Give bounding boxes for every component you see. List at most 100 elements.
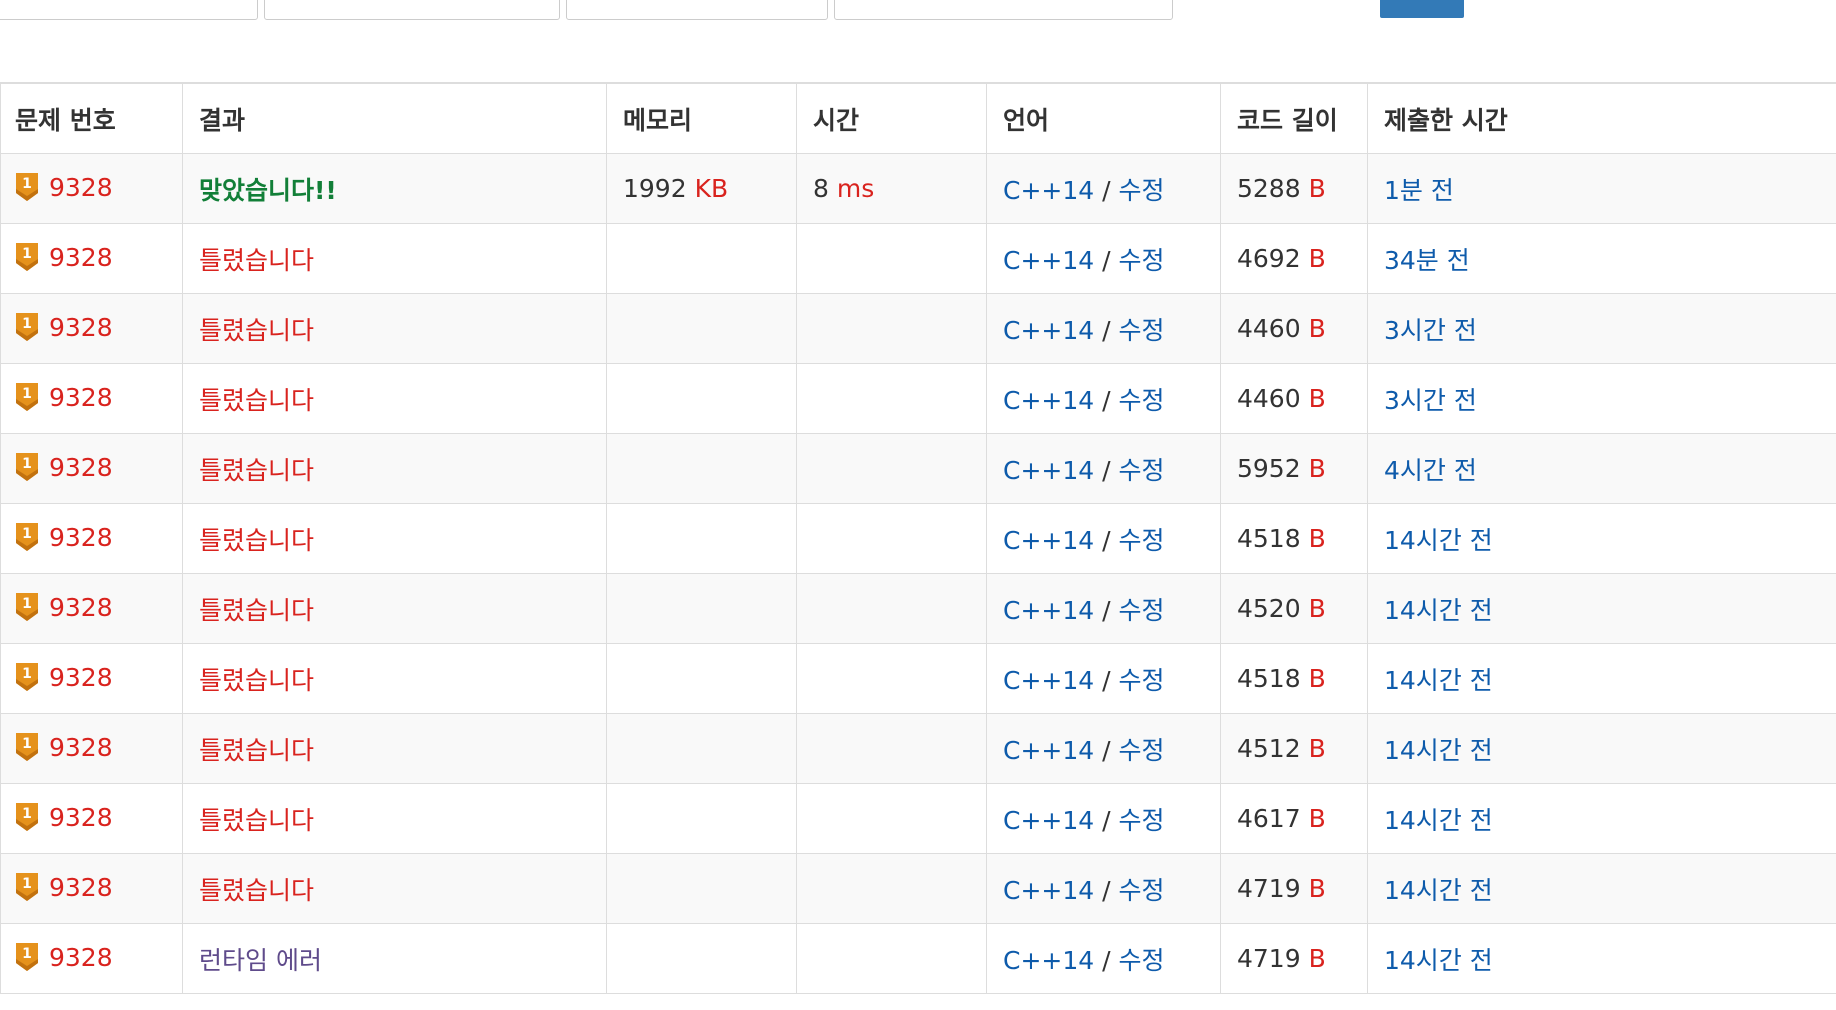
tier-badge-icon: 1 — [15, 942, 39, 972]
tier-badge-icon: 1 — [15, 522, 39, 552]
submitted-time-link[interactable]: 14시간 전 — [1384, 666, 1493, 695]
header-result: 결과 — [182, 82, 607, 154]
problem-link[interactable]: 9328 — [49, 383, 113, 412]
result-cell: 틀렸습니다 — [182, 713, 607, 784]
edit-link[interactable]: 수정 — [1119, 316, 1165, 345]
result-cell: 틀렸습니다 — [182, 433, 607, 504]
language-link[interactable]: C++14 — [1003, 876, 1094, 905]
problem-cell: 1 9328 — [0, 433, 183, 504]
result-text: 틀렸습니다 — [199, 315, 315, 345]
problem-link[interactable]: 9328 — [49, 523, 113, 552]
code-length-unit: B — [1308, 944, 1326, 973]
edit-link[interactable]: 수정 — [1119, 666, 1165, 695]
code-length-unit: B — [1308, 244, 1326, 273]
memory-cell — [606, 783, 797, 854]
language-separator: / — [1102, 315, 1111, 345]
problem-cell: 1 9328 — [0, 923, 183, 994]
submitted-time-link[interactable]: 3시간 전 — [1384, 316, 1477, 345]
code-length-value: 4719 — [1237, 944, 1301, 973]
submitted-time-link[interactable]: 34분 전 — [1384, 246, 1470, 275]
submitted-time-link[interactable]: 14시간 전 — [1384, 596, 1493, 625]
result-cell: 런타임 에러 — [182, 923, 607, 994]
user-filter-input[interactable] — [264, 0, 560, 20]
language-separator: / — [1102, 805, 1111, 835]
time-cell — [796, 433, 987, 504]
memory-cell — [606, 503, 797, 574]
problem-link[interactable]: 9328 — [49, 943, 113, 972]
table-row: 1 9328 틀렸습니다 C++14 / 수정 4617 B 14시간 전 — [0, 783, 1836, 854]
language-link[interactable]: C++14 — [1003, 946, 1094, 975]
language-separator: / — [1102, 455, 1111, 485]
result-text: 틀렸습니다 — [199, 735, 315, 765]
code-length-unit: B — [1308, 314, 1326, 343]
problem-cell: 1 9328 — [0, 363, 183, 434]
memory-cell — [606, 923, 797, 994]
result-cell: 맞았습니다!! — [182, 153, 607, 224]
problem-cell: 1 9328 — [0, 293, 183, 364]
code-length-cell: 4719 B — [1220, 853, 1368, 924]
edit-link[interactable]: 수정 — [1119, 526, 1165, 555]
problem-cell: 1 9328 — [0, 713, 183, 784]
language-link[interactable]: C++14 — [1003, 806, 1094, 835]
language-link[interactable]: C++14 — [1003, 386, 1094, 415]
time-cell — [796, 783, 987, 854]
problem-link[interactable]: 9328 — [49, 313, 113, 342]
result-cell: 틀렸습니다 — [182, 783, 607, 854]
header-time: 시간 — [796, 82, 987, 154]
edit-link[interactable]: 수정 — [1119, 176, 1165, 205]
tier-badge-icon: 1 — [15, 802, 39, 832]
language-link[interactable]: C++14 — [1003, 526, 1094, 555]
result-text: 맞았습니다!! — [199, 175, 337, 205]
edit-link[interactable]: 수정 — [1119, 456, 1165, 485]
submitted-time-link[interactable]: 14시간 전 — [1384, 876, 1493, 905]
code-length-value: 4520 — [1237, 594, 1301, 623]
submitted-time-link[interactable]: 4시간 전 — [1384, 456, 1477, 485]
edit-link[interactable]: 수정 — [1119, 736, 1165, 765]
language-cell: C++14 / 수정 — [986, 783, 1221, 854]
language-filter-select[interactable] — [566, 0, 828, 20]
edit-link[interactable]: 수정 — [1119, 246, 1165, 275]
tier-badge-icon: 1 — [15, 592, 39, 622]
language-link[interactable]: C++14 — [1003, 246, 1094, 275]
problem-filter-input[interactable] — [0, 0, 258, 20]
language-link[interactable]: C++14 — [1003, 596, 1094, 625]
language-cell: C++14 / 수정 — [986, 573, 1221, 644]
code-length-value: 4512 — [1237, 734, 1301, 763]
edit-link[interactable]: 수정 — [1119, 596, 1165, 625]
language-link[interactable]: C++14 — [1003, 316, 1094, 345]
problem-link[interactable]: 9328 — [49, 663, 113, 692]
problem-link[interactable]: 9328 — [49, 873, 113, 902]
edit-link[interactable]: 수정 — [1119, 876, 1165, 905]
problem-link[interactable]: 9328 — [49, 173, 113, 202]
table-row: 1 9328 틀렸습니다 C++14 / 수정 4692 B 34분 전 — [0, 223, 1836, 294]
submitted-time-link[interactable]: 1분 전 — [1384, 176, 1454, 205]
time-cell — [796, 223, 987, 294]
submitted-time-link[interactable]: 14시간 전 — [1384, 946, 1493, 975]
header-language: 언어 — [986, 82, 1221, 154]
language-link[interactable]: C++14 — [1003, 736, 1094, 765]
submitted-time-link[interactable]: 14시간 전 — [1384, 806, 1493, 835]
code-length-cell: 4460 B — [1220, 363, 1368, 434]
language-separator: / — [1102, 385, 1111, 415]
language-link[interactable]: C++14 — [1003, 456, 1094, 485]
submitted-time-link[interactable]: 14시간 전 — [1384, 736, 1493, 765]
problem-link[interactable]: 9328 — [49, 593, 113, 622]
table-row: 1 9328 틀렸습니다 C++14 / 수정 4518 B 14시간 전 — [0, 643, 1836, 714]
problem-link[interactable]: 9328 — [49, 453, 113, 482]
edit-link[interactable]: 수정 — [1119, 946, 1165, 975]
language-link[interactable]: C++14 — [1003, 176, 1094, 205]
edit-link[interactable]: 수정 — [1119, 806, 1165, 835]
submitted-cell: 14시간 전 — [1367, 643, 1836, 714]
submitted-time-link[interactable]: 3시간 전 — [1384, 386, 1477, 415]
submitted-time-link[interactable]: 14시간 전 — [1384, 526, 1493, 555]
search-button[interactable] — [1380, 0, 1464, 18]
language-link[interactable]: C++14 — [1003, 666, 1094, 695]
edit-link[interactable]: 수정 — [1119, 386, 1165, 415]
problem-link[interactable]: 9328 — [49, 243, 113, 272]
submitted-cell: 1분 전 — [1367, 153, 1836, 224]
svg-text:1: 1 — [22, 456, 32, 472]
code-length-cell: 4617 B — [1220, 783, 1368, 854]
problem-link[interactable]: 9328 — [49, 803, 113, 832]
result-filter-select[interactable] — [834, 0, 1173, 20]
problem-link[interactable]: 9328 — [49, 733, 113, 762]
